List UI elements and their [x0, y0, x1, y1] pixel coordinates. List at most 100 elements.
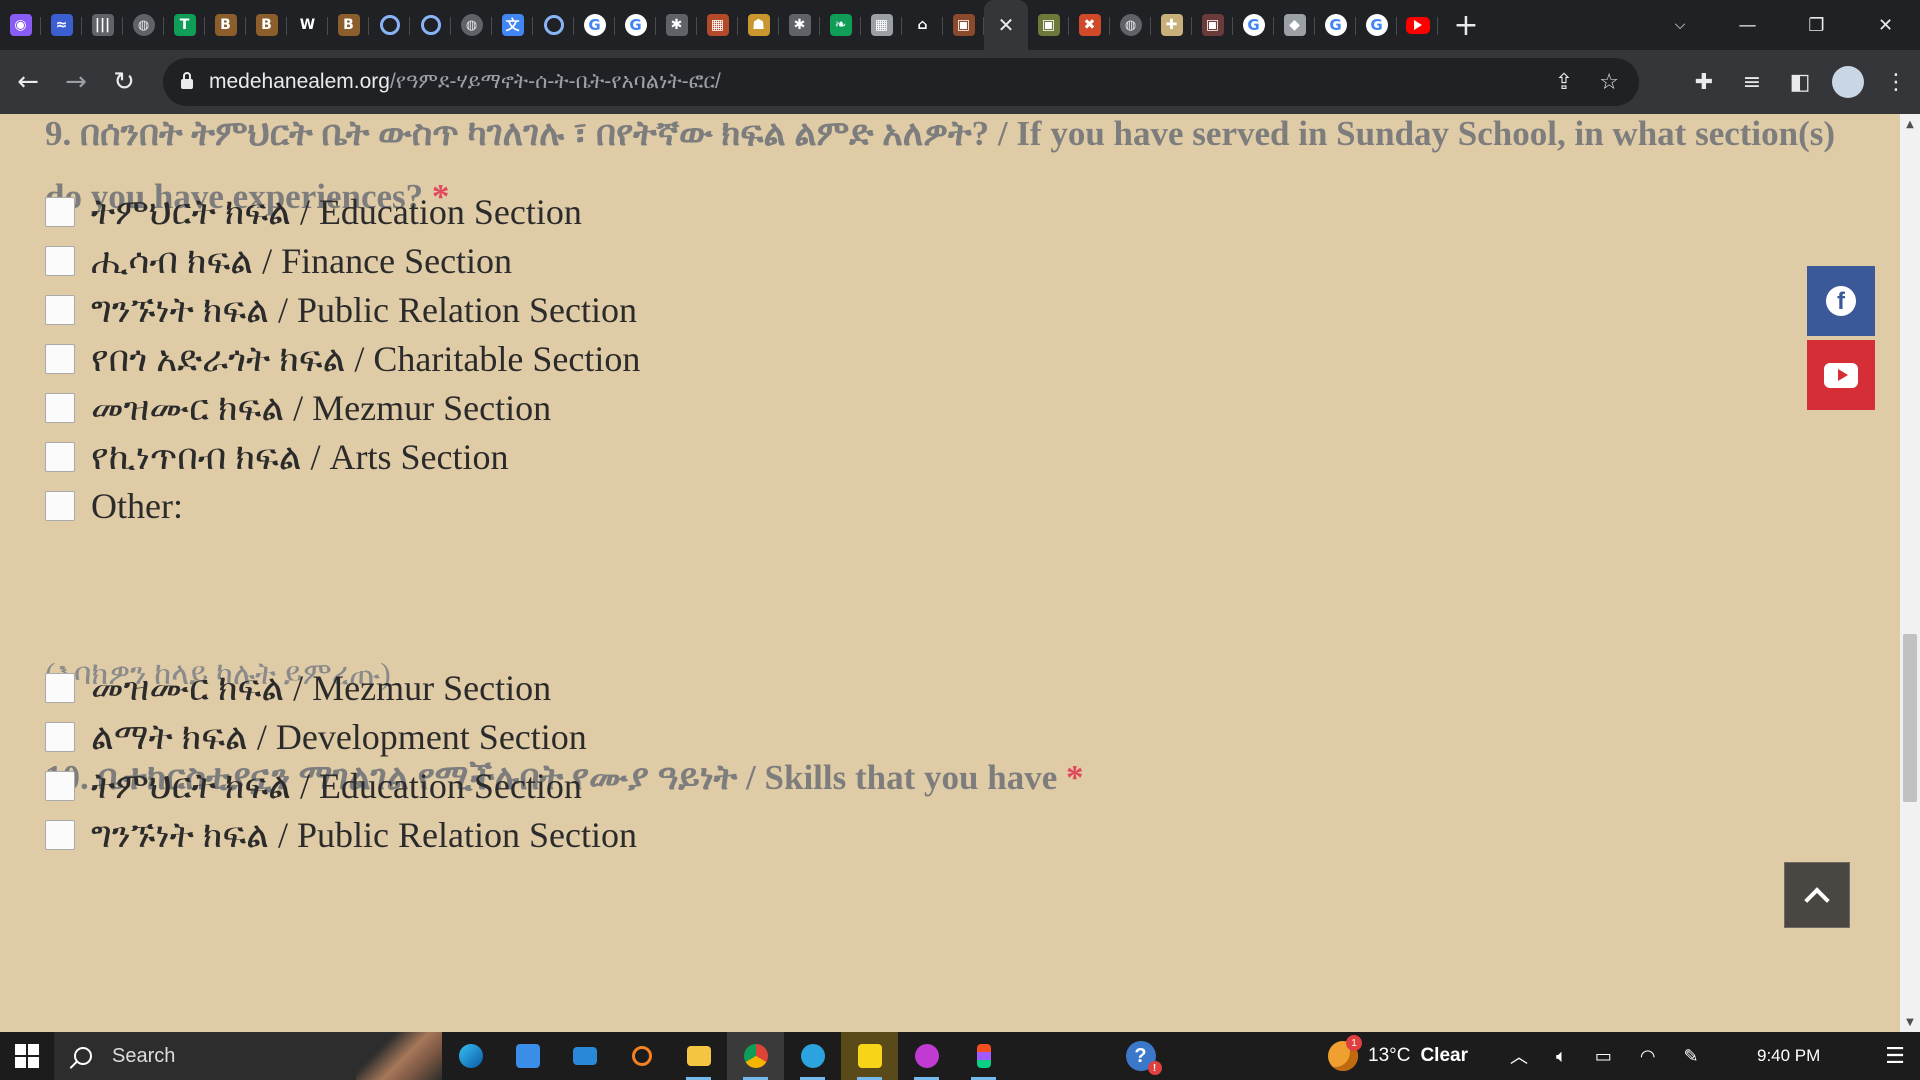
checkbox-label[interactable]: ትምህርት ክፍል / Education Section: [91, 765, 582, 808]
tab-search-chevron-icon[interactable]: ⌵: [1658, 0, 1702, 50]
scrollbar-thumb[interactable]: [1903, 634, 1917, 802]
browser-tab[interactable]: B: [328, 0, 369, 50]
checkbox-option[interactable]: ልማት ክፍል / Development Section: [45, 717, 587, 757]
sticky-notes-taskbar-button[interactable]: [841, 1032, 898, 1080]
browser-tab[interactable]: G: [615, 0, 656, 50]
checkbox[interactable]: [45, 344, 75, 374]
new-tab-button[interactable]: +: [1446, 0, 1486, 50]
browser-tab[interactable]: ◉: [0, 0, 41, 50]
back-button[interactable]: ←: [8, 62, 48, 102]
browser-tab[interactable]: B: [246, 0, 287, 50]
checkbox[interactable]: [45, 820, 75, 850]
browser-tab[interactable]: ✚: [1151, 0, 1192, 50]
browser-tab[interactable]: ✖: [1069, 0, 1110, 50]
back-to-top-button[interactable]: [1784, 862, 1850, 928]
checkbox-label[interactable]: ግንኙነት ክፍል / Public Relation Section: [91, 289, 637, 332]
youtube-button[interactable]: [1807, 340, 1875, 410]
browser-tab[interactable]: ◍: [1110, 0, 1151, 50]
forward-button[interactable]: →: [56, 62, 96, 102]
browser-tab[interactable]: ≈: [41, 0, 82, 50]
browser-tab[interactable]: ✱: [779, 0, 820, 50]
edge-taskbar-button[interactable]: [442, 1032, 499, 1080]
checkbox[interactable]: [45, 442, 75, 472]
browser-tab[interactable]: [533, 0, 574, 50]
battery-icon[interactable]: ▭: [1595, 1046, 1612, 1067]
wondershare-taskbar-button[interactable]: [898, 1032, 955, 1080]
checkbox-option[interactable]: ትምህርት ክፍል / Education Section: [45, 192, 582, 232]
checkbox[interactable]: [45, 491, 75, 521]
checkbox[interactable]: [45, 673, 75, 703]
checkbox-label[interactable]: የኪነጥበብ ክፍል / Arts Section: [91, 436, 509, 479]
share-icon[interactable]: ⇪: [1555, 70, 1573, 95]
checkbox[interactable]: [45, 197, 75, 227]
show-hidden-icons-chevron-icon[interactable]: ︿: [1510, 1043, 1528, 1069]
wifi-icon[interactable]: ◠: [1640, 1046, 1656, 1067]
browser-tab[interactable]: B: [205, 0, 246, 50]
tab-active[interactable]: ✕: [984, 0, 1028, 50]
scroll-up-arrow-icon[interactable]: ▲: [1900, 114, 1920, 134]
browser-tab[interactable]: ☗: [738, 0, 779, 50]
browser-tab[interactable]: |||: [82, 0, 123, 50]
browser-tab[interactable]: ▣: [943, 0, 984, 50]
reading-list-icon[interactable]: ≡: [1728, 50, 1776, 114]
facebook-button[interactable]: f: [1807, 266, 1875, 336]
notification-center-icon[interactable]: ☰: [1870, 1032, 1920, 1080]
checkbox-label[interactable]: ሒሳብ ክፍል / Finance Section: [91, 240, 512, 283]
checkbox-label[interactable]: መዝሙር ክፍል / Mezmur Section: [91, 387, 551, 430]
checkbox[interactable]: [45, 722, 75, 752]
bookmark-star-icon[interactable]: ☆: [1599, 70, 1619, 95]
browser-tab[interactable]: W: [287, 0, 328, 50]
extensions-puzzle-icon[interactable]: ✚: [1680, 50, 1728, 114]
browser-tab[interactable]: ⌂: [902, 0, 943, 50]
browser-tab[interactable]: G: [1315, 0, 1356, 50]
address-bar[interactable]: medehanealem.org/የዓምደ-ሃይማኖት-ሰ-ት-ቤት-የአባልነ…: [163, 58, 1639, 106]
checkbox[interactable]: [45, 246, 75, 276]
checkbox[interactable]: [45, 295, 75, 325]
start-button[interactable]: [0, 1032, 54, 1080]
checkbox-option[interactable]: መዝሙር ክፍል / Mezmur Section: [45, 388, 551, 428]
volume-icon[interactable]: 🔈︎: [1556, 1046, 1567, 1067]
checkbox-option[interactable]: ግንኙነት ክፍል / Public Relation Section: [45, 290, 637, 330]
checkbox-label[interactable]: Other:: [91, 485, 183, 527]
weather-widget[interactable]: 1 13°C Clear: [1328, 1032, 1468, 1080]
checkbox-label[interactable]: ግንኙነት ክፍል / Public Relation Section: [91, 814, 637, 857]
checkbox[interactable]: [45, 771, 75, 801]
browser-tab[interactable]: [410, 0, 451, 50]
browser-tab[interactable]: ◆: [1274, 0, 1315, 50]
taskbar-search-box[interactable]: Search: [54, 1032, 442, 1080]
browser-tab[interactable]: ▦: [697, 0, 738, 50]
checkbox-option[interactable]: ሒሳብ ክፍል / Finance Section: [45, 241, 512, 281]
browser-tab[interactable]: 文: [492, 0, 533, 50]
browser-tab[interactable]: ▣: [1028, 0, 1069, 50]
restore-button[interactable]: ❐: [1782, 0, 1851, 50]
mail-taskbar-button[interactable]: [556, 1032, 613, 1080]
checkbox-label[interactable]: መዝሙር ክፍል / Mezmur Section: [91, 667, 551, 710]
checkbox-option[interactable]: Other:: [45, 486, 183, 526]
page-scrollbar[interactable]: ▲ ▼: [1900, 114, 1920, 1032]
browser-tab[interactable]: [1397, 0, 1438, 50]
browser-tab[interactable]: ▣: [1192, 0, 1233, 50]
checkbox-label[interactable]: የበጎ አድራጎት ክፍል / Charitable Section: [91, 338, 640, 381]
checkbox-option[interactable]: ትምህርት ክፍል / Education Section: [45, 766, 582, 806]
pen-icon[interactable]: ✎: [1684, 1046, 1699, 1067]
reload-button[interactable]: ↻: [104, 62, 144, 102]
taskbar-clock[interactable]: 9:40 PM: [1757, 1032, 1820, 1080]
store-taskbar-button[interactable]: [499, 1032, 556, 1080]
minimize-button[interactable]: —: [1713, 0, 1782, 50]
browser-tab[interactable]: ❧: [820, 0, 861, 50]
browser-tab[interactable]: ◍: [123, 0, 164, 50]
browser-tab[interactable]: ▦: [861, 0, 902, 50]
checkbox-option[interactable]: የኪነጥበብ ክፍል / Arts Section: [45, 437, 509, 477]
chrome-taskbar-button[interactable]: [727, 1032, 784, 1080]
browser-tab[interactable]: [369, 0, 410, 50]
browser-tab[interactable]: ◍: [451, 0, 492, 50]
file-explorer-taskbar-button[interactable]: [670, 1032, 727, 1080]
browser-tab[interactable]: G: [1356, 0, 1397, 50]
checkbox-option[interactable]: የበጎ አድራጎት ክፍል / Charitable Section: [45, 339, 640, 379]
search-app-taskbar-button[interactable]: [613, 1032, 670, 1080]
scroll-down-arrow-icon[interactable]: ▼: [1900, 1012, 1920, 1032]
close-window-button[interactable]: ✕: [1851, 0, 1920, 50]
get-help-taskbar-button[interactable]: ?: [1112, 1032, 1169, 1080]
checkbox-label[interactable]: ትምህርት ክፍል / Education Section: [91, 191, 582, 234]
side-panel-icon[interactable]: ◧: [1776, 50, 1824, 114]
